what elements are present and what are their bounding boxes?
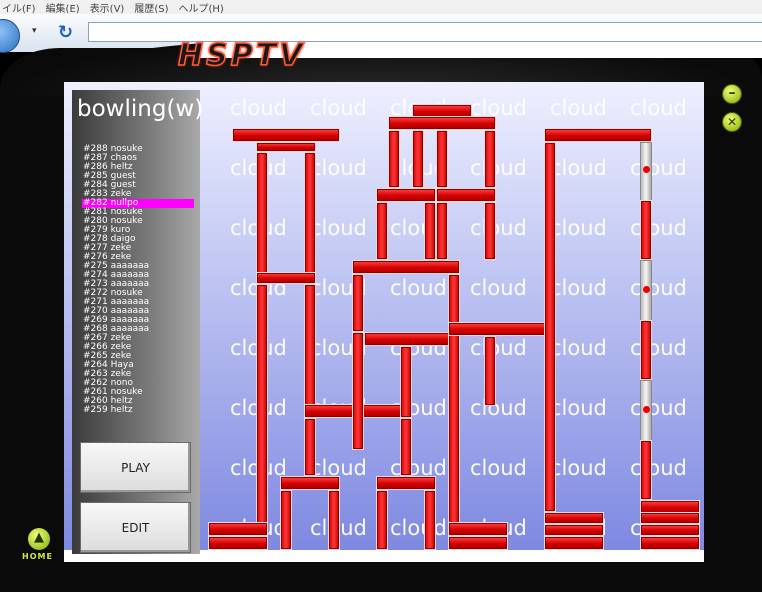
- cloud-text: cloud: [630, 456, 687, 480]
- browser-menu-item[interactable]: 履歴(S): [134, 0, 168, 15]
- block[interactable]: [484, 202, 496, 260]
- block[interactable]: [400, 418, 412, 476]
- refresh-icon[interactable]: ↻: [58, 22, 73, 43]
- hsptv-logo: HSPTV: [177, 37, 306, 74]
- block[interactable]: [484, 130, 496, 188]
- block[interactable]: [484, 336, 496, 406]
- pin-marker: [643, 406, 650, 413]
- block[interactable]: [304, 284, 316, 408]
- block[interactable]: [352, 332, 364, 450]
- block[interactable]: [352, 260, 460, 274]
- block[interactable]: [640, 524, 700, 536]
- cloud-text: cloud: [550, 456, 607, 480]
- record-item[interactable]: #259 heltz: [82, 406, 194, 415]
- cloud-text: cloud: [550, 156, 607, 180]
- record-list[interactable]: #288 nosuke #287 chaos #286 heltz #285 gues…: [82, 145, 194, 415]
- cloud-text: cloud: [550, 336, 607, 360]
- cloud-text: cloud: [630, 216, 687, 240]
- block[interactable]: [640, 512, 700, 524]
- block[interactable]: [424, 202, 436, 260]
- block[interactable]: [280, 490, 292, 550]
- block[interactable]: [376, 202, 388, 260]
- level-title: bowling(w): [77, 96, 204, 122]
- block[interactable]: [640, 536, 700, 550]
- minimize-button[interactable]: –: [722, 84, 742, 104]
- block[interactable]: [544, 536, 604, 550]
- home-icon[interactable]: ▲: [28, 528, 50, 550]
- block[interactable]: [232, 128, 340, 142]
- block[interactable]: [448, 536, 508, 550]
- home-label[interactable]: HOME: [22, 552, 53, 561]
- block[interactable]: [412, 130, 424, 188]
- block[interactable]: [388, 116, 496, 130]
- block[interactable]: [640, 320, 652, 380]
- cloud-text: cloud: [630, 276, 687, 300]
- cloud-text: cloud: [630, 96, 687, 120]
- block[interactable]: [376, 188, 436, 202]
- block[interactable]: [448, 274, 460, 550]
- block[interactable]: [400, 346, 412, 418]
- cloud-text: cloud: [550, 216, 607, 240]
- cloud-text: cloud: [470, 216, 527, 240]
- block[interactable]: [544, 524, 604, 536]
- cloud-text: cloud: [230, 96, 287, 120]
- cloud-text: cloud: [470, 456, 527, 480]
- block[interactable]: [256, 142, 316, 152]
- cloud-text: cloud: [550, 396, 607, 420]
- cloud-text: cloud: [390, 516, 447, 540]
- game-canvas[interactable]: cloud cloud cloud cloud cloud cloud cloud cloud…: [64, 82, 704, 562]
- cloud-text: cloud: [390, 276, 447, 300]
- block[interactable]: [352, 274, 364, 332]
- block[interactable]: [448, 322, 556, 336]
- block[interactable]: [424, 490, 436, 550]
- block[interactable]: [304, 152, 316, 274]
- pin-marker: [643, 166, 650, 173]
- browser-menu-item[interactable]: イル(F): [2, 0, 36, 15]
- side-panel: bowling(w) #288 nosuke #287 chaos #286 hel…: [72, 90, 204, 554]
- block[interactable]: [280, 476, 340, 490]
- block[interactable]: [448, 522, 508, 536]
- cloud-text: cloud: [470, 336, 527, 360]
- play-button[interactable]: PLAY: [80, 442, 191, 493]
- block[interactable]: [376, 490, 388, 550]
- block[interactable]: [436, 202, 448, 260]
- block[interactable]: [364, 332, 460, 346]
- block[interactable]: [640, 200, 652, 260]
- close-button[interactable]: ✕: [722, 112, 742, 132]
- browser-menubar: イル(F) 編集(E) 表示(V) 履歴(S) ヘルプ(H): [0, 0, 762, 14]
- block[interactable]: [544, 128, 652, 142]
- cloud-text: cloud: [630, 156, 687, 180]
- cloud-text: cloud: [550, 276, 607, 300]
- cloud-text: cloud: [630, 336, 687, 360]
- block[interactable]: [388, 130, 400, 188]
- cloud-text: cloud: [310, 216, 367, 240]
- cloud-text: cloud: [470, 156, 527, 180]
- block[interactable]: [436, 130, 448, 188]
- cloud-text: cloud: [310, 156, 367, 180]
- cloud-text: cloud: [310, 96, 367, 120]
- pin-marker: [643, 286, 650, 293]
- block[interactable]: [304, 418, 316, 476]
- browser-menu-item[interactable]: ヘルプ(H): [179, 0, 224, 15]
- block[interactable]: [256, 284, 268, 524]
- cloud-text: cloud: [550, 96, 607, 120]
- edit-button[interactable]: EDIT: [80, 502, 191, 553]
- block[interactable]: [544, 512, 604, 524]
- block[interactable]: [436, 188, 496, 202]
- cloud-text: cloud: [470, 396, 527, 420]
- block[interactable]: [328, 490, 340, 550]
- block[interactable]: [544, 142, 556, 512]
- block[interactable]: [208, 522, 268, 536]
- block[interactable]: [376, 476, 436, 490]
- history-dropdown-icon[interactable]: ▾: [32, 26, 37, 36]
- cloud-text: cloud: [630, 396, 687, 420]
- block[interactable]: [256, 272, 316, 284]
- cloud-text: cloud: [470, 276, 527, 300]
- block[interactable]: [640, 440, 652, 500]
- browser-menu-item[interactable]: 表示(V): [90, 0, 125, 15]
- browser-menu-item[interactable]: 編集(E): [46, 0, 80, 15]
- block[interactable]: [208, 536, 268, 550]
